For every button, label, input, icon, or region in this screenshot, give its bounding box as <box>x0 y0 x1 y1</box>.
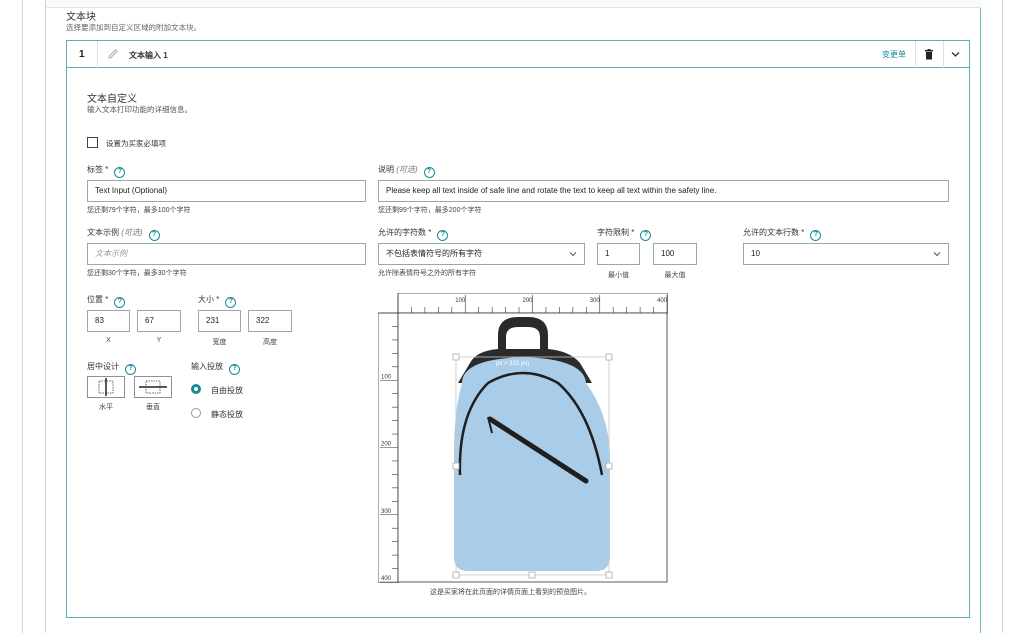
ruler-top-label: 100 <box>455 298 466 304</box>
top-scroll-area <box>46 0 981 8</box>
ruler-top-label: 200 <box>523 298 534 304</box>
position-x-label: X <box>106 337 111 344</box>
char-limit-label: 字符限制 *? <box>597 227 652 241</box>
align-vertical-center-icon <box>139 380 167 394</box>
page-left-inner-border <box>45 0 46 633</box>
text-example-helper: 您还剩30个字符，最多30个字符 <box>87 270 187 277</box>
help-icon[interactable]: ? <box>148 230 160 241</box>
label-helper: 您还剩79个字符，最多100个字符 <box>87 207 191 214</box>
section-title: 文本块 <box>66 12 96 23</box>
description-input[interactable]: Please keep all text inside of safe line… <box>378 180 949 202</box>
ruler-top-label: 300 <box>590 298 601 304</box>
radio-static-placement-label: 静态投放 <box>211 410 243 419</box>
required-checkbox-label: 设置为买家必填项 <box>106 139 166 148</box>
input-placement-label: 输入投放? <box>191 361 240 375</box>
label-field-label: 标签 *? <box>87 164 126 178</box>
help-icon[interactable]: ? <box>114 297 126 308</box>
customize-title: 文本自定义 <box>87 94 137 105</box>
help-icon[interactable]: ? <box>125 364 136 375</box>
help-icon[interactable]: ? <box>437 230 449 241</box>
preview-canvas[interactable]: 100 200 300 400 100 200 300 400 px × 322 px) <box>377 292 669 584</box>
text-example-label: 文本示例 (可选)? <box>87 227 160 241</box>
allowed-chars-helper: 允许除表情符号之外的所有字符 <box>378 270 476 277</box>
chevron-down-icon <box>569 252 577 257</box>
size-label: 大小 *? <box>198 294 237 308</box>
allowed-lines-label: 允许的文本行数 *? <box>743 227 822 241</box>
help-icon[interactable]: ? <box>114 167 126 178</box>
text-example-input[interactable]: 文本示例 <box>87 243 366 265</box>
size-height-input[interactable]: 322 <box>248 310 292 332</box>
chevron-down-icon[interactable] <box>951 51 960 58</box>
description-helper: 您还剩99个字符，最多200个字符 <box>378 207 482 214</box>
size-width-label: 宽度 <box>212 339 227 346</box>
center-vertical-label: 垂直 <box>146 404 160 411</box>
trash-icon[interactable] <box>924 49 934 60</box>
size-readout: px × 322 px) <box>496 361 529 367</box>
size-height-label: 高度 <box>263 339 277 346</box>
center-vertical-button[interactable] <box>134 376 172 398</box>
size-width-input[interactable]: 231 <box>198 310 241 332</box>
description-field-label: 说明 (可选)? <box>378 164 435 178</box>
ruler-left-label: 100 <box>381 374 392 380</box>
block-number: 1 <box>79 49 85 60</box>
position-y-input[interactable]: 67 <box>137 310 181 332</box>
center-horizontal-label: 水平 <box>99 404 113 411</box>
char-limit-min-label: 最小值 <box>608 272 629 279</box>
allowed-chars-select[interactable]: 不包括表情符号的所有字符 <box>378 243 585 265</box>
ruler-left-label: 300 <box>381 509 392 515</box>
block-title: 文本输入 1 <box>129 51 168 60</box>
change-link[interactable]: 变更单 <box>882 49 906 60</box>
help-icon[interactable]: ? <box>810 230 822 241</box>
card-header: 1 文本输入 1 变更单 <box>67 41 969 68</box>
char-limit-max-input[interactable]: 100 <box>653 243 697 265</box>
help-icon[interactable]: ? <box>423 167 435 178</box>
allowed-chars-label: 允许的字符数 *? <box>378 227 449 241</box>
preview-caption: 这是买家将在此页面的详情页面上看到的预览图片。 <box>430 589 591 596</box>
section-subtitle: 选择要添加到自定义区域的附加文本块。 <box>66 23 201 32</box>
help-icon[interactable]: ? <box>640 230 652 241</box>
radio-static-placement[interactable] <box>191 408 201 418</box>
ruler-top-label: 400 <box>657 298 668 304</box>
page-left-border <box>22 0 23 633</box>
allowed-lines-select[interactable]: 10 <box>743 243 949 265</box>
help-icon[interactable]: ? <box>225 297 237 308</box>
position-y-label: Y <box>156 337 162 344</box>
chevron-down-icon <box>933 252 941 257</box>
radio-free-placement[interactable] <box>191 384 201 394</box>
char-limit-min-input[interactable]: 1 <box>597 243 640 265</box>
label-input[interactable]: Text Input (Optional) <box>87 180 366 202</box>
required-checkbox[interactable] <box>87 137 98 148</box>
customize-subtitle: 输入文本打印功能的详细信息。 <box>87 105 192 114</box>
center-horizontal-button[interactable] <box>87 376 125 398</box>
page-right-border <box>1002 0 1003 633</box>
ruler-left-label: 200 <box>381 442 392 448</box>
help-icon[interactable]: ? <box>229 364 240 375</box>
align-horizontal-center-icon <box>98 378 114 396</box>
page-right-inner-border <box>980 0 981 633</box>
position-label: 位置 *? <box>87 294 126 308</box>
pencil-icon[interactable] <box>107 48 119 60</box>
char-limit-max-label: 最大值 <box>664 272 686 279</box>
position-x-input[interactable]: 83 <box>87 310 130 332</box>
centering-label: 居中设计? <box>87 361 136 375</box>
ruler-left-label: 400 <box>381 576 392 582</box>
radio-free-placement-label: 自由投放 <box>211 386 243 395</box>
